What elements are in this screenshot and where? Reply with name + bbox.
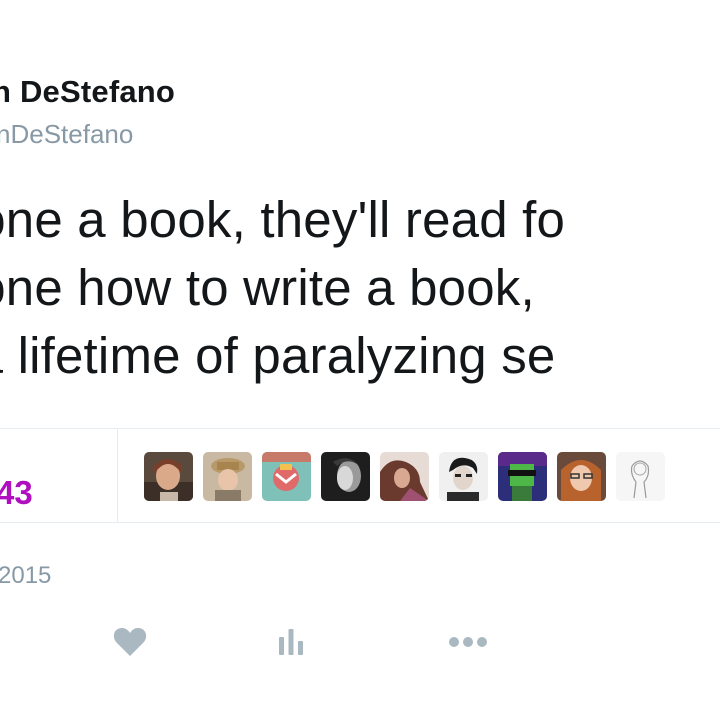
liker-avatar[interactable] <box>144 452 193 501</box>
liker-avatar[interactable] <box>557 452 606 501</box>
liker-avatar[interactable] <box>321 452 370 501</box>
more-options-button[interactable] <box>446 620 490 664</box>
tweet-text-line: meone a book, they'll read fo <box>0 191 566 248</box>
stats-divider <box>117 429 118 523</box>
tweet-card: n DeStefano nDeStefano meone a book, the… <box>0 0 720 720</box>
likers-avatar-row <box>144 452 665 502</box>
analytics-button[interactable] <box>269 620 313 664</box>
liker-avatar[interactable] <box>439 452 488 501</box>
likes-count[interactable]: 43 <box>0 474 33 512</box>
tweet-text-line: ce a lifetime of paralyzing se <box>0 327 556 384</box>
liker-avatar[interactable] <box>498 452 547 501</box>
like-button[interactable] <box>108 620 152 664</box>
author-display-name[interactable]: n DeStefano <box>0 74 175 110</box>
liker-avatar[interactable] <box>380 452 429 501</box>
liker-avatar[interactable] <box>203 452 252 501</box>
tweet-text: meone a book, they'll read fo meone how … <box>0 186 720 390</box>
heart-icon <box>113 627 147 657</box>
author-username[interactable]: nDeStefano <box>0 119 133 150</box>
tweet-timestamp[interactable]: 2015 <box>0 562 51 590</box>
tweet-text-line: meone how to write a book, <box>0 259 535 316</box>
bar-chart-icon <box>277 627 305 657</box>
liker-avatar[interactable] <box>262 452 311 501</box>
more-dots-icon <box>448 636 488 648</box>
liker-avatar[interactable] <box>616 452 665 501</box>
stats-bar: 43 <box>0 428 720 523</box>
